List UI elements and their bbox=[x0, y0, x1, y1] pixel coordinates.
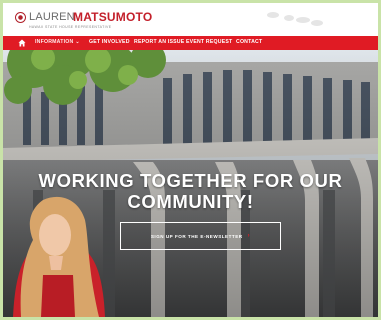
nav-item-contact[interactable]: CONTACT bbox=[236, 39, 262, 45]
hero-banner: WORKING TOGETHER FOR OUR COMMUNITY! SIGN… bbox=[3, 50, 378, 317]
nav-item-get-involved[interactable]: GET INVOLVED bbox=[89, 39, 130, 45]
nav-item-event-request[interactable]: EVENT REQUEST bbox=[186, 39, 232, 45]
islands-watermark-icon bbox=[267, 12, 323, 26]
logo-last-name[interactable]: MATSUMOTO bbox=[73, 10, 152, 24]
nav-item-label: INFORMATION bbox=[35, 39, 74, 45]
nav-item-report-an-issue[interactable]: REPORT AN ISSUE bbox=[134, 39, 184, 45]
chevron-down-icon: ⌄ bbox=[75, 39, 80, 45]
site-header: LAUREN MATSUMOTO HAWAII STATE HOUSE REPR… bbox=[3, 3, 378, 37]
seal-icon[interactable] bbox=[15, 12, 26, 23]
hero-title-line-2: COMMUNITY! bbox=[127, 191, 254, 212]
logo-first-name[interactable]: LAUREN bbox=[29, 11, 75, 23]
logo-tagline: HAWAII STATE HOUSE REPRESENTATIVE bbox=[29, 25, 112, 29]
page-frame: LAUREN MATSUMOTO HAWAII STATE HOUSE REPR… bbox=[3, 3, 378, 317]
newsletter-signup-label: SIGN UP FOR THE E-NEWSLETTER bbox=[150, 233, 243, 239]
chevron-right-icon: › bbox=[247, 233, 251, 239]
newsletter-signup-button[interactable]: SIGN UP FOR THE E-NEWSLETTER › bbox=[120, 222, 281, 250]
home-icon[interactable] bbox=[18, 39, 26, 47]
hero-title-line-1: WORKING TOGETHER FOR OUR bbox=[38, 170, 343, 191]
nav-item-information[interactable]: INFORMATION ⌄ bbox=[35, 39, 80, 45]
main-nav: INFORMATION ⌄ GET INVOLVED REPORT AN ISSU… bbox=[3, 36, 378, 50]
